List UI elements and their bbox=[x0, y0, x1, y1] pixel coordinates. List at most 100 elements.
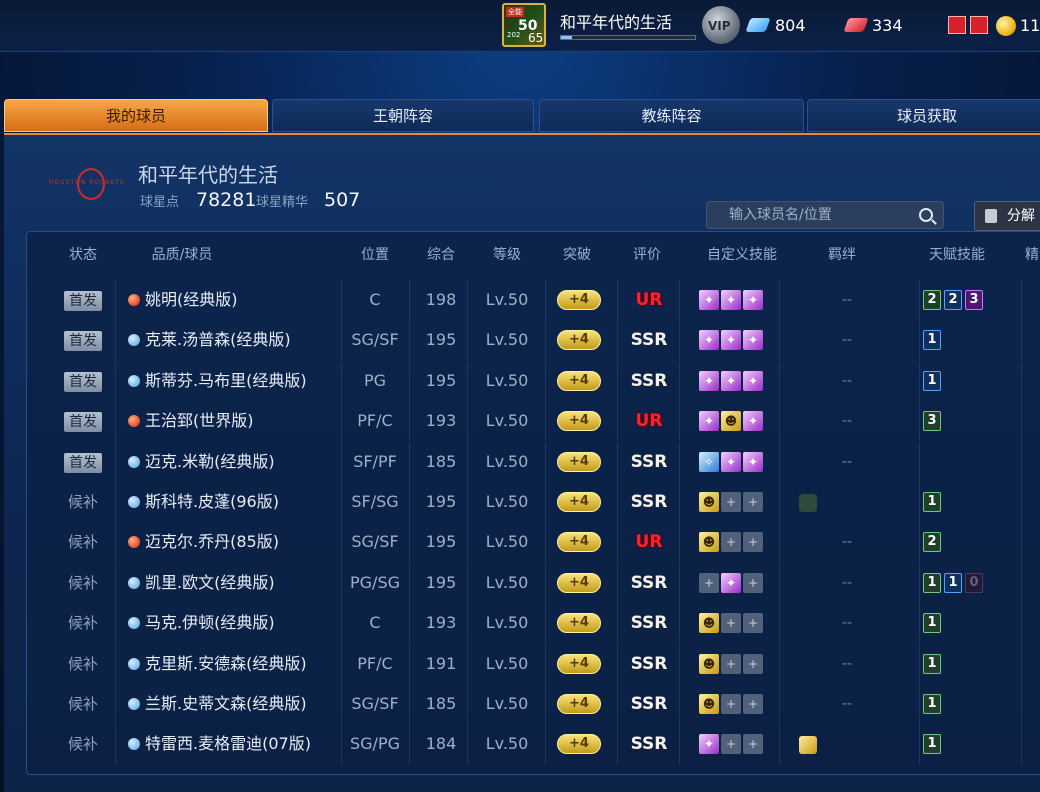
custom-skill-icon[interactable]: ✦ bbox=[743, 451, 763, 472]
custom-skill-icon[interactable]: ✦ bbox=[721, 290, 741, 310]
position-cell: C bbox=[369, 613, 381, 633]
bull-bond-icon[interactable] bbox=[799, 494, 817, 512]
custom-skill-icon[interactable]: ☻ bbox=[699, 532, 719, 553]
talent-skill-badge[interactable]: 1 bbox=[944, 572, 962, 593]
talent-skill-badge[interactable]: 3 bbox=[965, 290, 983, 310]
custom-skill-icon[interactable]: ✦ bbox=[721, 451, 741, 472]
gift-box-icon-2[interactable] bbox=[970, 16, 988, 34]
add-skill-icon[interactable]: + bbox=[743, 613, 763, 634]
add-skill-icon[interactable]: + bbox=[721, 653, 741, 674]
custom-skill-icon[interactable]: ☻ bbox=[721, 411, 741, 432]
table-row[interactable]: 首发 斯蒂芬.马布里(经典版) PG 195 Lv.50 +4 SSR ✦ ✦ ✦ -- 1 bbox=[27, 360, 1040, 401]
add-skill-icon[interactable]: + bbox=[721, 492, 741, 512]
table-row[interactable]: 首发 王治郅(世界版) PF/C 193 Lv.50 +4 UR ✦ ☻ ✦ -- 3 bbox=[27, 401, 1040, 442]
custom-skill-icon[interactable]: ✦ bbox=[743, 370, 763, 391]
add-skill-icon[interactable]: + bbox=[743, 653, 763, 674]
overall-cell: 195 bbox=[425, 330, 457, 350]
player-name[interactable]: 斯科特.皮蓬(96版) bbox=[145, 482, 279, 522]
player-level-badge[interactable]: 全能 50 202 65 bbox=[502, 3, 546, 47]
player-name[interactable]: 克莱.汤普森(经典版) bbox=[145, 320, 291, 360]
custom-skill-icon[interactable]: ✦ bbox=[699, 734, 719, 755]
custom-skill-icon[interactable]: ☻ bbox=[699, 492, 719, 512]
custom-skill-icon[interactable]: ☻ bbox=[699, 653, 719, 674]
talent-skill-badge[interactable]: 2 bbox=[944, 290, 962, 310]
level-number: 65 bbox=[528, 31, 544, 45]
table-row[interactable]: 候补 凯里.欧文(经典版) PG/SG 195 Lv.50 +4 SSR + ✦ + -- 1 1 0 bbox=[27, 562, 1040, 603]
player-name[interactable]: 姚明(经典版) bbox=[145, 280, 238, 320]
add-skill-icon[interactable]: + bbox=[743, 572, 763, 593]
custom-skill-icon[interactable]: ✦ bbox=[699, 370, 719, 391]
level-cell: Lv.50 bbox=[485, 411, 529, 431]
add-skill-icon[interactable]: + bbox=[743, 492, 763, 512]
table-row[interactable]: 候补 克里斯.安德森(经典版) PF/C 191 Lv.50 +4 SSR ☻ + + -- 1 bbox=[27, 643, 1040, 684]
custom-skill-icon[interactable]: ✦ bbox=[721, 572, 741, 593]
badge-tag: 全能 bbox=[506, 7, 524, 17]
gold-link-bond-icon[interactable] bbox=[799, 736, 817, 755]
player-name[interactable]: 迈克尔.乔丹(85版) bbox=[145, 522, 279, 562]
player-name[interactable]: 王治郅(世界版) bbox=[145, 401, 254, 441]
table-row[interactable]: 候补 兰斯.史蒂文森(经典版) SG/SF 185 Lv.50 +4 SSR ☻ + + -- 1 bbox=[27, 684, 1040, 724]
player-name[interactable]: 迈克.米勒(经典版) bbox=[145, 442, 275, 482]
tab-my-players[interactable]: 我的球员 bbox=[4, 99, 268, 132]
talent-skill-badge[interactable]: 1 bbox=[923, 330, 941, 351]
custom-skill-icon[interactable]: ✦ bbox=[699, 330, 719, 351]
add-skill-icon[interactable]: + bbox=[743, 734, 763, 755]
custom-skill-icon[interactable]: ✦ bbox=[743, 290, 763, 310]
add-skill-icon[interactable]: + bbox=[721, 613, 741, 634]
player-name[interactable]: 凯里.欧文(经典版) bbox=[145, 563, 275, 603]
bond-cell: -- bbox=[841, 372, 853, 389]
talent-skill-badge[interactable]: 2 bbox=[923, 290, 941, 310]
tab-player-acquire[interactable]: 球员获取 bbox=[807, 99, 1040, 132]
add-skill-icon[interactable]: + bbox=[699, 572, 719, 593]
tab-coach-lineup[interactable]: 教练阵容 bbox=[539, 99, 804, 132]
breakthrough-badge: +4 bbox=[557, 694, 601, 714]
rating-badge: SSR bbox=[630, 451, 668, 472]
talent-skill-badge[interactable]: 2 bbox=[923, 532, 941, 553]
table-row[interactable]: 首发 迈克.米勒(经典版) SF/PF 185 Lv.50 +4 SSR ✧ ✦ ✦ -- bbox=[27, 441, 1040, 482]
player-name[interactable]: 马克.伊顿(经典版) bbox=[145, 603, 275, 643]
add-skill-icon[interactable]: + bbox=[743, 532, 763, 553]
player-name[interactable]: 兰斯.史蒂文森(经典版) bbox=[145, 684, 307, 724]
talent-skill-badge[interactable]: 1 bbox=[923, 613, 941, 634]
talent-skill-badge[interactable]: 1 bbox=[923, 370, 941, 391]
table-row[interactable]: 候补 斯科特.皮蓬(96版) SF/SG 195 Lv.50 +4 SSR ☻ + +1 bbox=[27, 482, 1040, 522]
table-row[interactable]: 候补 马克.伊顿(经典版) C 193 Lv.50 +4 SSR ☻ + + -- 1 bbox=[27, 603, 1040, 644]
custom-skill-icon[interactable]: ✦ bbox=[743, 330, 763, 351]
vip-icon[interactable]: VIP bbox=[702, 6, 740, 44]
talent-skill-badge[interactable]: 1 bbox=[923, 653, 941, 674]
player-name[interactable]: 克里斯.安德森(经典版) bbox=[145, 644, 307, 684]
player-name[interactable]: 特雷西.麦格雷迪(07版) bbox=[145, 724, 311, 764]
custom-skill-icon[interactable]: ✦ bbox=[699, 290, 719, 310]
talent-skill-badge[interactable]: 3 bbox=[923, 411, 941, 432]
gift-box-icon[interactable] bbox=[948, 16, 966, 34]
custom-skill-icon[interactable]: ✧ bbox=[699, 451, 719, 472]
ticket-count: 334 bbox=[872, 16, 903, 35]
breakthrough-badge: +4 bbox=[557, 532, 601, 553]
add-skill-icon[interactable]: + bbox=[721, 734, 741, 755]
custom-skill-icon[interactable]: ☻ bbox=[699, 694, 719, 714]
decompose-button[interactable]: 分解 bbox=[974, 201, 1040, 231]
tab-dynasty-lineup[interactable]: 王朝阵容 bbox=[272, 99, 534, 132]
table-row[interactable]: 首发 克莱.汤普森(经典版) SG/SF 195 Lv.50 +4 SSR ✦ ✦ ✦ -- 1 bbox=[27, 320, 1040, 361]
talent-skill-badge[interactable]: 1 bbox=[923, 694, 941, 714]
custom-skill-icon[interactable]: ✦ bbox=[721, 370, 741, 391]
add-skill-icon[interactable]: + bbox=[721, 694, 741, 714]
table-row[interactable]: 首发 姚明(经典版) C 198 Lv.50 +4 UR ✦ ✦ ✦ -- 2 2 3 bbox=[27, 280, 1040, 320]
table-row[interactable]: 候补 特雷西.麦格雷迪(07版) SG/PG 184 Lv.50 +4 SSR ✦ + +1 bbox=[27, 724, 1040, 765]
custom-skill-icon[interactable]: ☻ bbox=[699, 613, 719, 634]
talent-skill-badge[interactable]: 1 bbox=[923, 734, 941, 755]
table-row[interactable]: 候补 迈克尔.乔丹(85版) SG/SF 195 Lv.50 +4 UR ☻ + + -- 2 bbox=[27, 522, 1040, 563]
talent-skill-badge[interactable]: 0 bbox=[965, 572, 983, 593]
talent-skill-badge[interactable]: 1 bbox=[923, 572, 941, 593]
add-skill-icon[interactable]: + bbox=[743, 694, 763, 714]
custom-skill-icon[interactable]: ✦ bbox=[743, 411, 763, 432]
position-cell: PF/C bbox=[357, 653, 393, 673]
quality-dot-icon bbox=[128, 374, 140, 387]
player-name[interactable]: 斯蒂芬.马布里(经典版) bbox=[145, 361, 307, 401]
talent-skill-badge[interactable]: 1 bbox=[923, 492, 941, 512]
custom-skill-icon[interactable]: ✦ bbox=[721, 330, 741, 351]
search-icon[interactable] bbox=[919, 208, 933, 222]
player-search-input[interactable]: 输入球员名/位置 bbox=[706, 201, 944, 229]
custom-skill-icon[interactable]: ✦ bbox=[699, 411, 719, 432]
add-skill-icon[interactable]: + bbox=[721, 532, 741, 553]
